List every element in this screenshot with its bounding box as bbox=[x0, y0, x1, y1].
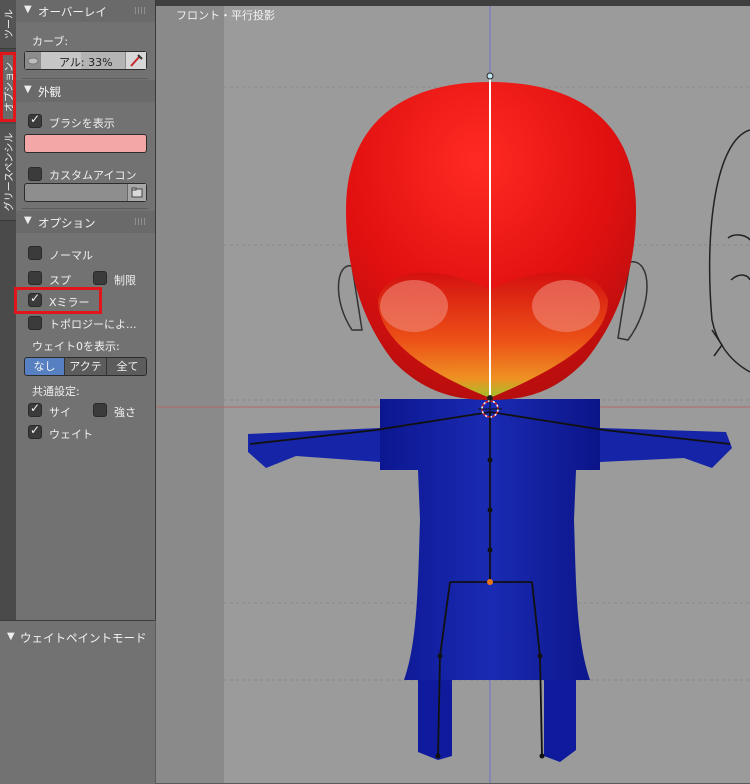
divider bbox=[22, 208, 148, 209]
show-zero-weight-label: ウェイト0を表示: bbox=[32, 340, 120, 353]
restrict-label: 制限 bbox=[114, 274, 136, 287]
3d-viewport[interactable]: フロント・平行投影 bbox=[156, 0, 750, 783]
viewport-header-bar bbox=[156, 0, 750, 6]
tab-options-label: オプション bbox=[4, 62, 16, 112]
x-mirror-label: Xミラー bbox=[49, 296, 90, 309]
weight-paint-mode-panel: ▼ ウェイトペイントモード bbox=[0, 620, 155, 784]
options-title: オプション bbox=[38, 216, 96, 230]
right-eye-area bbox=[532, 280, 600, 332]
appearance-title: 外観 bbox=[38, 85, 61, 99]
curve-icon bbox=[25, 52, 42, 69]
alpha-slider[interactable]: アル: 33% bbox=[24, 51, 147, 70]
drag-grip-icon[interactable] bbox=[135, 218, 147, 225]
tab-grease-pencil[interactable]: グリースペンシル bbox=[0, 124, 16, 221]
checkmark-icon: ✓ bbox=[30, 291, 41, 305]
selected-joint[interactable] bbox=[487, 579, 493, 585]
unified-strength-checkbox[interactable] bbox=[93, 403, 107, 417]
folder-icon[interactable] bbox=[127, 184, 146, 201]
brush-color-swatch[interactable] bbox=[24, 134, 147, 153]
alpha-value: アル: 33% bbox=[59, 56, 113, 69]
overlay-panel-header[interactable]: ▼ オーバーレイ bbox=[16, 0, 155, 22]
unified-weight-label: ウェイト bbox=[49, 428, 93, 441]
appearance-panel-header[interactable]: ▼ 外観 bbox=[16, 80, 155, 102]
viewport-view-name: フロント・平行投影 bbox=[176, 9, 275, 22]
tab-grease-pencil-label: グリースペンシル bbox=[4, 132, 16, 212]
eyedropper-icon[interactable] bbox=[125, 52, 146, 69]
collapse-arrow-icon: ▼ bbox=[24, 215, 32, 226]
zero-weight-option-none[interactable]: なし bbox=[25, 358, 65, 375]
tab-tools[interactable]: ツール bbox=[0, 0, 16, 49]
viewport-scene bbox=[156, 6, 750, 783]
custom-icon-label: カスタムアイコン bbox=[49, 169, 137, 182]
normal-checkbox[interactable] bbox=[28, 246, 42, 260]
divider bbox=[22, 78, 148, 79]
restrict-checkbox[interactable] bbox=[93, 271, 107, 285]
normal-label: ノーマル bbox=[49, 249, 93, 262]
custom-icon-checkbox[interactable] bbox=[28, 167, 42, 181]
spray-label: スプ bbox=[49, 274, 71, 287]
checkmark-icon: ✓ bbox=[30, 112, 41, 126]
topology-label: トポロジーによ... bbox=[49, 318, 137, 331]
x-mirror-checkbox[interactable]: ✓ bbox=[28, 291, 42, 307]
zero-weight-option-all[interactable]: 全て bbox=[107, 358, 146, 375]
topology-checkbox[interactable] bbox=[28, 316, 42, 330]
unified-weight-checkbox[interactable]: ✓ bbox=[28, 423, 42, 439]
drag-grip-icon[interactable] bbox=[135, 7, 147, 14]
curve-label: カーブ: bbox=[32, 35, 69, 48]
spray-checkbox[interactable] bbox=[28, 271, 42, 285]
common-settings-label: 共通設定: bbox=[32, 385, 80, 398]
collapse-arrow-icon: ▼ bbox=[24, 4, 32, 15]
checkmark-icon: ✓ bbox=[30, 423, 41, 437]
tab-tools-label: ツール bbox=[4, 9, 16, 39]
unified-size-checkbox[interactable]: ✓ bbox=[28, 401, 42, 417]
overlay-title: オーバーレイ bbox=[38, 5, 107, 19]
unified-size-label: サイ bbox=[49, 406, 71, 419]
options-panel-header[interactable]: ▼ オプション bbox=[16, 211, 155, 233]
collapse-arrow-icon: ▼ bbox=[24, 84, 32, 95]
tab-options[interactable]: オプション bbox=[0, 52, 16, 122]
checkmark-icon: ✓ bbox=[30, 401, 41, 415]
show-brush-checkbox[interactable]: ✓ bbox=[28, 112, 42, 128]
tool-panel: ▼ オーバーレイ カーブ: アル: 33% ▼ 外観 ✓ ブラシを表示 カスタム… bbox=[14, 0, 156, 620]
weight-paint-mode-title[interactable]: ウェイトペイントモード bbox=[20, 630, 147, 646]
head-bone-tip[interactable] bbox=[486, 72, 494, 80]
custom-icon-path-field[interactable] bbox=[24, 183, 147, 202]
reference-sketch bbox=[708, 129, 750, 373]
left-eye-area bbox=[380, 280, 448, 332]
show-brush-label: ブラシを表示 bbox=[49, 117, 115, 130]
collapse-arrow-icon[interactable]: ▼ bbox=[7, 631, 15, 642]
zero-weight-option-active[interactable]: アクテ bbox=[65, 358, 107, 375]
unified-strength-label: 強さ bbox=[114, 406, 136, 419]
zero-weight-selector: なし アクテ 全て bbox=[24, 357, 147, 376]
